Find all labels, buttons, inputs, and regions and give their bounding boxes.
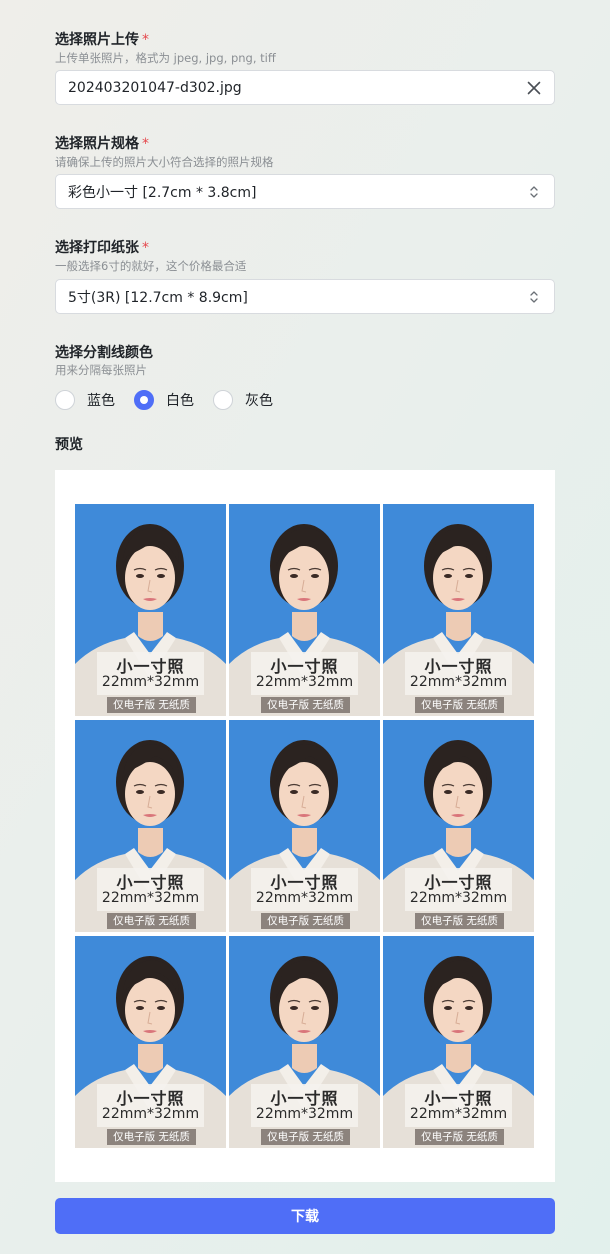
paper-select[interactable]: 5寸(3R) [12.7cm * 8.9cm]	[55, 279, 555, 314]
required-mark: *	[142, 32, 149, 48]
photo-size: 22mm*32mm	[255, 1106, 354, 1122]
preview-canvas: 小一寸照 22mm*32mm 仅电子版 无纸质 小一寸照 22mm*32mm 仅…	[55, 470, 555, 1182]
photo-size: 22mm*32mm	[255, 890, 354, 906]
id-photo: 小一寸照 22mm*32mm 仅电子版 无纸质	[383, 504, 534, 716]
upload-label: 选择照片上传 *	[55, 32, 149, 48]
upload-file-name: 202403201047-d302.jpg	[68, 79, 242, 96]
preview-label: 预览	[55, 437, 83, 453]
id-photo: 小一寸照 22mm*32mm 仅电子版 无纸质	[383, 936, 534, 1148]
upload-file-field[interactable]: 202403201047-d302.jpg	[55, 70, 555, 105]
radio-label-blue: 蓝色	[87, 393, 115, 409]
spec-hint: 请确保上传的照片大小符合选择的照片规格	[55, 155, 274, 169]
radio-white[interactable]	[134, 390, 154, 410]
photo-tag: 仅电子版 无纸质	[415, 1129, 504, 1145]
required-mark: *	[142, 240, 149, 256]
paper-label: 选择打印纸张 *	[55, 240, 149, 256]
radio-label-gray: 灰色	[245, 393, 273, 409]
spec-select[interactable]: 彩色小一寸 [2.7cm * 3.8cm]	[55, 174, 555, 209]
photo-grid: 小一寸照 22mm*32mm 仅电子版 无纸质 小一寸照 22mm*32mm 仅…	[75, 504, 535, 1148]
id-photo: 小一寸照 22mm*32mm 仅电子版 无纸质	[75, 504, 226, 716]
download-button[interactable]: 下载	[55, 1198, 555, 1234]
photo-tag: 仅电子版 无纸质	[415, 697, 504, 713]
photo-size: 22mm*32mm	[409, 1106, 508, 1122]
radio-label-white: 白色	[166, 393, 194, 409]
photo-tag: 仅电子版 无纸质	[415, 913, 504, 929]
radio-blue[interactable]	[55, 390, 75, 410]
photo-tag: 仅电子版 无纸质	[261, 1129, 350, 1145]
id-photo: 小一寸照 22mm*32mm 仅电子版 无纸质	[229, 504, 380, 716]
photo-size: 22mm*32mm	[101, 1106, 200, 1122]
photo-tag: 仅电子版 无纸质	[107, 913, 196, 929]
photo-tag: 仅电子版 无纸质	[107, 697, 196, 713]
id-photo: 小一寸照 22mm*32mm 仅电子版 无纸质	[229, 720, 380, 932]
photo-size: 22mm*32mm	[409, 890, 508, 906]
photo-size: 22mm*32mm	[255, 674, 354, 690]
id-photo: 小一寸照 22mm*32mm 仅电子版 无纸质	[75, 720, 226, 932]
close-icon[interactable]	[526, 80, 542, 96]
required-mark: *	[142, 136, 149, 152]
divider-color-hint: 用来分隔每张照片	[55, 363, 147, 377]
radio-option-blue[interactable]: 蓝色	[55, 390, 115, 410]
chevron-updown-icon	[526, 289, 542, 305]
radio-option-white[interactable]: 白色	[134, 390, 194, 410]
divider-color-label: 选择分割线颜色	[55, 345, 153, 361]
spec-label: 选择照片规格 *	[55, 136, 149, 152]
paper-selected-value: 5寸(3R) [12.7cm * 8.9cm]	[68, 289, 248, 306]
radio-checked-dot	[140, 396, 148, 404]
photo-tag: 仅电子版 无纸质	[107, 1129, 196, 1145]
photo-size: 22mm*32mm	[409, 674, 508, 690]
radio-gray[interactable]	[213, 390, 233, 410]
upload-hint: 上传单张照片，格式为 jpeg, jpg, png, tiff	[55, 51, 276, 65]
id-photo: 小一寸照 22mm*32mm 仅电子版 无纸质	[75, 936, 226, 1148]
chevron-updown-icon	[526, 184, 542, 200]
paper-hint: 一般选择6寸的就好，这个价格最合适	[55, 259, 247, 273]
photo-size: 22mm*32mm	[101, 674, 200, 690]
id-photo: 小一寸照 22mm*32mm 仅电子版 无纸质	[229, 936, 380, 1148]
spec-selected-value: 彩色小一寸 [2.7cm * 3.8cm]	[68, 184, 257, 201]
divider-color-radio-group: 蓝色 白色 灰色	[55, 389, 292, 411]
id-photo: 小一寸照 22mm*32mm 仅电子版 无纸质	[383, 720, 534, 932]
photo-tag: 仅电子版 无纸质	[261, 697, 350, 713]
radio-option-gray[interactable]: 灰色	[213, 390, 273, 410]
photo-size: 22mm*32mm	[101, 890, 200, 906]
photo-tag: 仅电子版 无纸质	[261, 913, 350, 929]
